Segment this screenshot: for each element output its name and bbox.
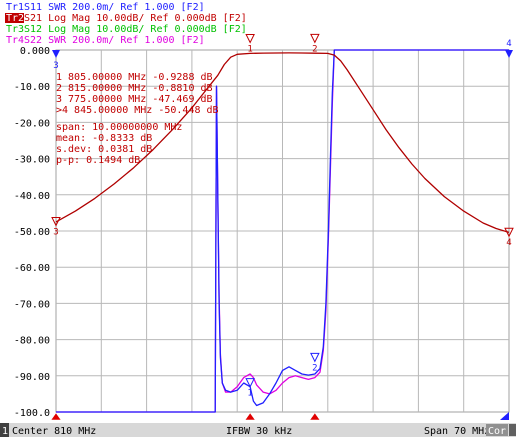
y-tick-label: -90.00 [14, 372, 50, 383]
statusbar-end-indicator [509, 424, 516, 436]
trace-1-tag: Tr1 [6, 2, 24, 13]
correction-label: Cor [488, 426, 506, 437]
y-tick-label: -20.00 [14, 118, 50, 129]
y-tick-label: -70.00 [14, 299, 50, 310]
marker-readout-row-4: >4 845.00000 MHz -50.448 dB [56, 105, 219, 116]
statistics-row-4: p-p: 0.1494 dB [56, 155, 140, 166]
s21-marker-4-label: 4 [506, 238, 511, 248]
statusbar: 1 Center 810 MHz IFBW 30 kHz Span 70 MHz… [0, 423, 516, 437]
left-top-edge-label: 3 [53, 61, 58, 71]
marker-readout-row-1: 1 805.00000 MHz -0.9288 dB [56, 72, 213, 83]
y-tick-label: -80.00 [14, 336, 50, 347]
marker-readout-row-2: 2 815.00000 MHz -0.8810 dB [56, 83, 213, 94]
y-tick-label: -60.00 [14, 263, 50, 274]
s21-marker-1-label: 1 [247, 45, 252, 55]
s21-marker-2-label: 2 [312, 44, 317, 54]
if-bandwidth[interactable]: IFBW 30 kHz [226, 426, 292, 437]
y-tick-label: -30.00 [14, 155, 50, 166]
trace-2-tag: Tr2 [6, 13, 24, 24]
statistics-row-3: s.dev: 0.0381 dB [56, 144, 152, 155]
s21-marker-3-label: 3 [53, 227, 58, 237]
trace-1-settings: S11 SWR 200.0m/ Ref 1.000 [F2] [24, 2, 205, 13]
marker-readout-row-3: 3 775.00000 MHz -47.469 dB [56, 94, 213, 105]
y-tick-label: -50.00 [14, 227, 50, 238]
analyzer-screen: Tr1 S11 SWR 200.0m/ Ref 1.000 [F2]Tr2 S2… [0, 0, 516, 437]
y-tick-label: -100.0 [14, 408, 50, 419]
statistics-row-2: mean: -0.8333 dB [56, 133, 152, 144]
y-tick-label: -40.00 [14, 191, 50, 202]
trace-4-settings: S22 SWR 200.0m/ Ref 1.000 [F2] [24, 35, 205, 46]
center-frequency[interactable]: Center 810 MHz [12, 426, 96, 437]
trace-3-tag: Tr3 [6, 24, 24, 35]
trace-2-settings: S21 Log Mag 10.00dB/ Ref 0.000dB [F2] [24, 13, 247, 24]
right-top-edge-label: 4 [506, 39, 511, 49]
channel-number: 1 [2, 426, 8, 437]
s11-marker-1-label: 1 [247, 389, 252, 399]
marker-readout-table: 1 805.00000 MHz -0.9288 dB 2 815.00000 M… [56, 72, 219, 116]
statistics-row-1: span: 10.00000000 MHz [56, 122, 182, 133]
trace-3-settings: S12 Log Mag 10.00dB/ Ref 0.000dB [F2] [24, 24, 247, 35]
y-tick-label: -10.00 [14, 82, 50, 93]
y-tick-label: 0.000 [20, 46, 50, 57]
trace-4-tag: Tr4 [6, 35, 24, 46]
s11-marker-2-label: 2 [312, 363, 317, 373]
span-frequency[interactable]: Span 70 MHz [424, 426, 490, 437]
